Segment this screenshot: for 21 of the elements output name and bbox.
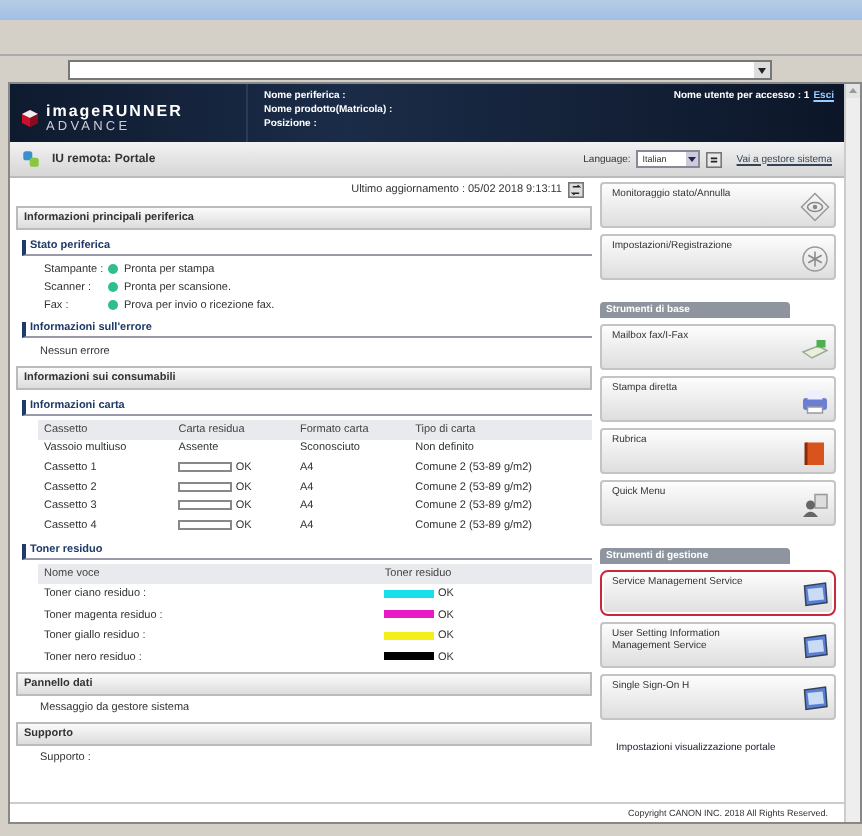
gear-icon: [800, 244, 830, 274]
refresh-icon[interactable]: [568, 182, 584, 198]
eye-icon: [800, 192, 830, 222]
paper-gauge: [178, 462, 233, 473]
dropdown-arrow-icon[interactable]: [686, 152, 699, 166]
monitor-icon: [800, 684, 830, 714]
monitor-icon: [800, 632, 830, 662]
address-field[interactable]: [68, 59, 772, 79]
portal-icon: [22, 150, 40, 168]
mailbox-icon: [800, 334, 830, 364]
scrollbar[interactable]: [844, 84, 860, 822]
paper-gauge: [178, 481, 233, 492]
person-icon: [800, 490, 830, 520]
logo-text: imageRUNNER: [46, 101, 183, 119]
monitor-icon: [800, 580, 830, 610]
refresh-icon[interactable]: [706, 151, 723, 167]
paper-gauge: [178, 500, 233, 511]
book-icon: [800, 438, 830, 468]
cube-logo-icon: [20, 107, 40, 127]
printer-icon: [800, 386, 830, 416]
paper-gauge: [178, 519, 233, 530]
